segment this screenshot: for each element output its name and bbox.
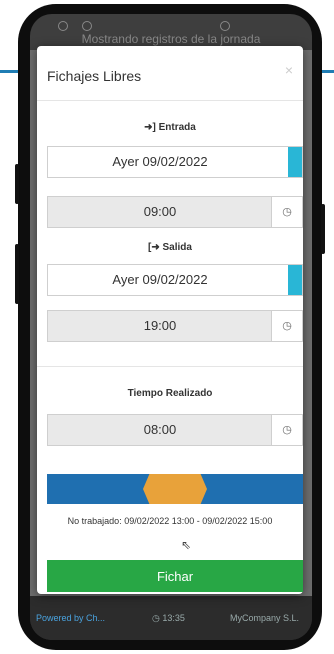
front-camera-icon [220, 21, 230, 31]
tiempo-value: 08:00 [143, 422, 177, 437]
phone-screen: Mostrando registros de la jornada Powere… [30, 14, 312, 640]
mouse-cursor-icon: ⇖ [181, 538, 192, 552]
entrada-heading: ➜] Entrada [37, 122, 303, 133]
close-icon[interactable]: × [285, 62, 293, 78]
sign-out-icon: [➜ [148, 242, 160, 253]
salida-date-value: Ayer 09/02/2022 [112, 272, 208, 287]
salida-date-addon[interactable] [288, 265, 302, 295]
entrada-date-field[interactable]: Ayer 09/02/2022 [47, 146, 303, 178]
tiempo-label: Tiempo Realizado [127, 388, 213, 399]
entrada-date-addon[interactable] [288, 147, 302, 177]
power-button [321, 204, 325, 254]
salida-label: Salida [162, 242, 192, 253]
footer-time: 13:35 [162, 613, 185, 623]
clock-icon[interactable]: ◷ [271, 311, 302, 341]
background-header-text: Mostrando registros de la jornada [81, 32, 261, 46]
volume-button [15, 164, 19, 204]
entrada-date-value: Ayer 09/02/2022 [112, 154, 208, 169]
salida-time-field[interactable]: 19:00 ◷ [47, 310, 303, 342]
entrada-time-value: 09:00 [143, 204, 177, 219]
no-trabajado-text: No trabajado: 09/02/2022 13:00 - 09/02/2… [67, 516, 273, 526]
entrada-label: Entrada [158, 122, 196, 133]
bixby-button [15, 244, 19, 304]
modal-title: Fichajes Libres [47, 68, 142, 84]
break-range-handle[interactable] [143, 474, 207, 504]
break-range-slider[interactable] [47, 474, 303, 504]
clock-icon[interactable]: ◷ [271, 197, 302, 227]
clock-icon[interactable]: ◷ [271, 415, 302, 445]
header-divider [37, 100, 303, 101]
tiempo-field[interactable]: 08:00 ◷ [47, 414, 303, 446]
sensor-icon [82, 21, 92, 31]
fichajes-modal: Fichajes Libres × ➜] Entrada Ayer 09/02/… [37, 46, 303, 594]
footer-clock: ◷ 13:35 [152, 613, 185, 623]
app-footer: Powered by Ch... ◷ 13:35 MyCompany S.L. [30, 596, 312, 640]
sign-in-icon: ➜] [144, 122, 156, 133]
footer-company: MyCompany S.L. [230, 613, 300, 623]
fichar-button[interactable]: Fichar [47, 560, 303, 592]
salida-heading: [➜ Salida [37, 242, 303, 253]
entrada-time-field[interactable]: 09:00 ◷ [47, 196, 303, 228]
powered-by-link[interactable]: Powered by Ch... [36, 613, 105, 623]
salida-time-value: 19:00 [143, 318, 177, 333]
salida-date-field[interactable]: Ayer 09/02/2022 [47, 264, 303, 296]
section-divider [37, 366, 303, 367]
camera-icon [58, 21, 68, 31]
